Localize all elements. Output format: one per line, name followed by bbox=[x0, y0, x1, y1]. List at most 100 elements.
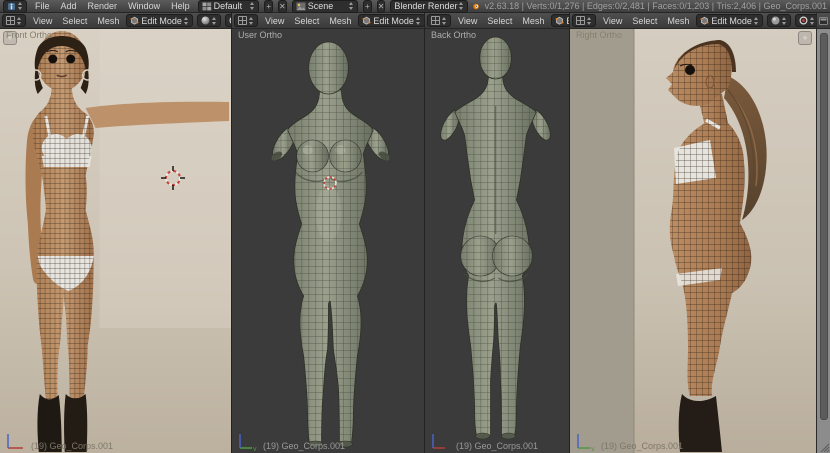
corner-resize-grip[interactable] bbox=[819, 442, 829, 452]
viewport-front-header: View Select Mesh Edit Mode bbox=[0, 13, 231, 29]
viewport-back[interactable]: View Select Mesh Edit Mode bbox=[425, 13, 570, 453]
menu-view[interactable]: View bbox=[30, 16, 55, 26]
menu-select[interactable]: Select bbox=[629, 16, 660, 26]
dropdown-arrows-icon bbox=[18, 2, 23, 10]
active-object-label: (19) Geo_Corps.001 bbox=[601, 441, 683, 451]
mode-name: Edit Mode bbox=[373, 16, 414, 26]
editor-type-selector[interactable] bbox=[2, 14, 26, 27]
photo-dark-edge bbox=[570, 28, 634, 453]
expand-properties-button[interactable]: + bbox=[798, 31, 812, 45]
dropdown-arrows-icon bbox=[212, 17, 217, 25]
menu-window[interactable]: Window bbox=[125, 1, 163, 11]
active-object-label: (19) Geo_Corps.001 bbox=[31, 441, 113, 451]
dropdown-arrows-icon bbox=[250, 2, 255, 10]
editor-type-selector[interactable] bbox=[427, 14, 451, 27]
mini-axis-gizmo: y bbox=[574, 431, 596, 451]
menu-file[interactable]: File bbox=[32, 1, 53, 11]
menu-select[interactable]: Select bbox=[291, 16, 322, 26]
view-name-label: Front Ortho bbox=[6, 30, 52, 40]
front-photo-scene bbox=[0, 28, 231, 453]
photo-eye-right bbox=[66, 55, 75, 64]
screen-layout-selector[interactable]: Default bbox=[198, 0, 260, 13]
menu-mesh[interactable]: Mesh bbox=[664, 16, 692, 26]
menu-view[interactable]: View bbox=[455, 16, 480, 26]
editor-type-selector[interactable] bbox=[234, 14, 258, 27]
dropdown-arrows-icon bbox=[416, 17, 421, 25]
3d-view-editor-icon bbox=[6, 16, 15, 25]
shading-sphere-icon bbox=[201, 16, 210, 25]
side-panel-header[interactable] bbox=[817, 13, 830, 29]
photo-eye-profile bbox=[685, 65, 695, 75]
dropdown-arrows-icon bbox=[587, 17, 592, 25]
viewport-right[interactable]: View Select Mesh Edit Mode bbox=[570, 13, 816, 453]
editor-window-icon bbox=[819, 17, 828, 25]
menu-mesh[interactable]: Mesh bbox=[326, 16, 354, 26]
editor-type-selector[interactable] bbox=[3, 0, 27, 13]
menu-view[interactable]: View bbox=[600, 16, 625, 26]
3d-view-editor-icon bbox=[431, 16, 440, 25]
scene-icon bbox=[296, 2, 306, 11]
viewport-front[interactable]: View Select Mesh Edit Mode bbox=[0, 13, 232, 453]
dropdown-arrows-icon bbox=[810, 17, 815, 25]
edit-mode-cube-icon bbox=[555, 16, 564, 25]
info-header: File Add Render Window Help Default + ✕ … bbox=[0, 0, 830, 13]
view-name-label: Back Ortho bbox=[431, 30, 476, 40]
mode-selector[interactable]: Edit Mode bbox=[551, 14, 569, 27]
active-object-label: (19) Geo_Corps.001 bbox=[456, 441, 538, 451]
3d-view-editor-icon bbox=[576, 16, 585, 25]
menu-select[interactable]: Select bbox=[484, 16, 515, 26]
viewport-shading-selector[interactable] bbox=[767, 14, 791, 27]
mode-selector[interactable]: Edit Mode bbox=[696, 14, 763, 27]
info-editor-icon bbox=[7, 2, 16, 11]
scene-statistics: v2.63.18 | Verts:0/1,276 | Edges:0/2,481… bbox=[485, 1, 827, 11]
scene-selector[interactable]: Scene bbox=[292, 0, 358, 13]
delete-scene-button[interactable]: ✕ bbox=[377, 0, 386, 13]
mode-name: Edit Mode bbox=[141, 16, 182, 26]
add-scene-button[interactable]: + bbox=[363, 0, 372, 13]
pivot-point-selector[interactable] bbox=[795, 14, 816, 27]
view-name-label: User Ortho bbox=[238, 30, 282, 40]
viewport-back-canvas[interactable]: Back Ortho (19) Geo_Corps.001 bbox=[425, 28, 569, 453]
viewport-user-canvas[interactable]: User Ortho y (19) Geo_Corps.001 bbox=[232, 28, 424, 453]
back-mesh-scene bbox=[425, 28, 569, 453]
viewport-right-header: View Select Mesh Edit Mode bbox=[570, 13, 816, 29]
shading-sphere-icon bbox=[771, 16, 780, 25]
scrollbar[interactable] bbox=[820, 33, 828, 420]
mode-selector[interactable]: Edit Mode bbox=[358, 14, 424, 27]
mini-axis-gizmo bbox=[4, 431, 26, 451]
viewport-front-canvas[interactable]: + Front Ortho (19) Geo_Corps.001 bbox=[0, 28, 231, 453]
menu-view[interactable]: View bbox=[262, 16, 287, 26]
dropdown-arrows-icon bbox=[442, 17, 447, 25]
menu-mesh[interactable]: Mesh bbox=[94, 16, 122, 26]
3d-cursor bbox=[160, 165, 186, 191]
dropdown-arrows-icon bbox=[249, 17, 254, 25]
mode-name: Edit Mode bbox=[711, 16, 752, 26]
add-layout-button[interactable]: + bbox=[264, 0, 273, 13]
dropdown-arrows-icon bbox=[459, 2, 464, 10]
3d-cursor bbox=[317, 170, 343, 196]
mode-selector[interactable]: Edit Mode bbox=[126, 14, 193, 27]
menu-mesh[interactable]: Mesh bbox=[519, 16, 547, 26]
engine-name: Blender Render bbox=[394, 1, 457, 11]
edit-mode-cube-icon bbox=[362, 16, 371, 25]
svg-text:y: y bbox=[253, 446, 257, 451]
menu-select[interactable]: Select bbox=[59, 16, 90, 26]
layout-name: Default bbox=[214, 1, 249, 11]
delete-layout-button[interactable]: ✕ bbox=[278, 0, 287, 13]
viewport-user-header: View Select Mesh Edit Mode bbox=[232, 13, 424, 29]
dropdown-arrows-icon bbox=[782, 17, 787, 25]
pivot-cursor-icon bbox=[799, 16, 808, 25]
side-panel-strip[interactable] bbox=[816, 13, 830, 453]
menu-render[interactable]: Render bbox=[85, 1, 121, 11]
user-mesh-scene bbox=[232, 28, 424, 453]
menu-add[interactable]: Add bbox=[58, 1, 80, 11]
viewport-user[interactable]: View Select Mesh Edit Mode bbox=[232, 13, 425, 453]
viewport-shading-selector[interactable] bbox=[197, 14, 221, 27]
mini-axis-gizmo: y bbox=[236, 431, 258, 451]
pivot-point-selector[interactable] bbox=[225, 14, 231, 27]
menu-help[interactable]: Help bbox=[168, 1, 193, 11]
editor-type-selector[interactable] bbox=[572, 14, 596, 27]
dropdown-arrows-icon bbox=[184, 17, 189, 25]
viewport-right-canvas[interactable]: + Right Ortho y (19) Geo_Corps.001 bbox=[570, 28, 816, 453]
render-engine-selector[interactable]: Blender Render bbox=[390, 0, 468, 13]
